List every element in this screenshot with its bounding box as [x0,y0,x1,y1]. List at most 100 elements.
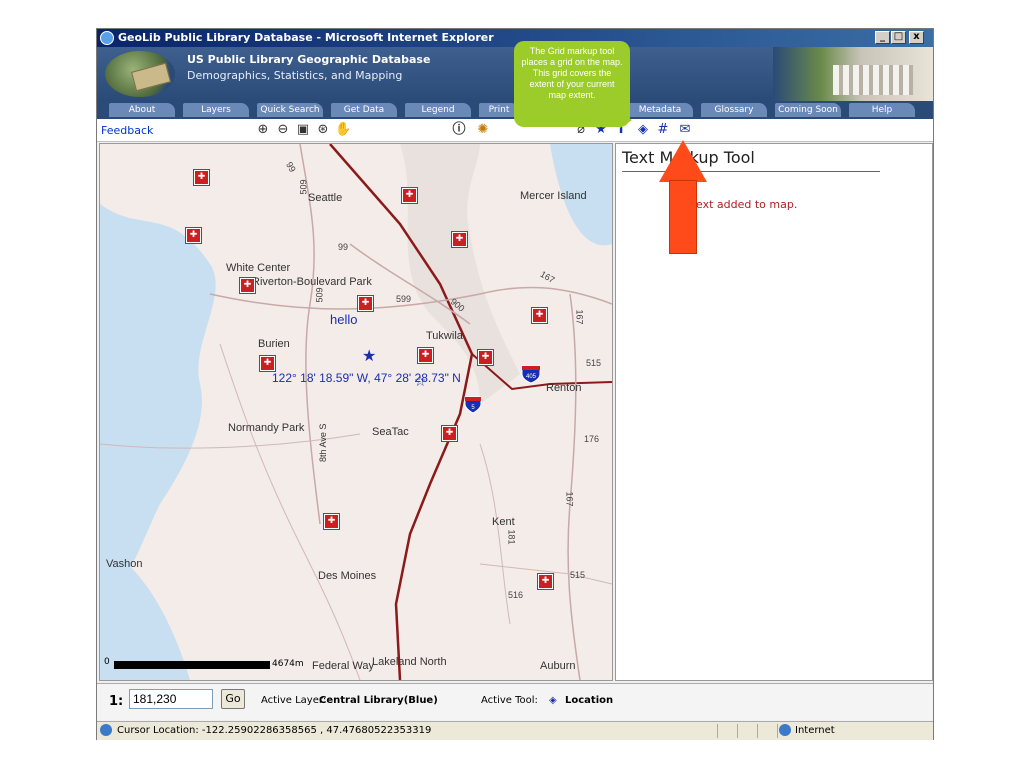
library-marker[interactable]: ✚ [477,349,494,366]
road-99b: 99 [338,242,349,252]
map-roads [100,144,612,680]
pointer-arrow-shaft [669,180,697,254]
full-extent-icon[interactable]: ▣ [295,122,311,138]
feedback-link[interactable]: Feedback [101,124,153,137]
road-599: 599 [396,294,412,304]
cursor-location-text: Cursor Location: -122.25902286358565 , 4… [117,725,432,736]
internet-zone-icon [779,724,791,736]
pointer-arrow-head [659,140,707,182]
zoom-out-icon[interactable]: ⊖ [275,122,291,138]
scale-bar-start: 0 [104,657,110,667]
grid-tool-callout: The Grid markup tool places a grid on th… [514,41,630,127]
library-marker[interactable]: ✚ [451,231,468,248]
road-167b: 167 [564,491,575,507]
place-lakeland-north: Lakeland North [372,656,447,668]
library-marker[interactable]: ✚ [193,169,210,186]
interstate-405-shield-icon: 405 [521,365,541,384]
place-mercer-island: Mercer Island [520,190,587,202]
place-des-moines: Des Moines [318,570,377,582]
maximize-button[interactable]: □ [891,31,906,44]
road-167c: 167 [574,309,585,325]
mail-icon[interactable]: ✉ [677,122,693,138]
zoom-active-icon[interactable]: ⊛ [315,122,331,138]
place-kent: Kent [492,516,515,528]
grid-icon[interactable]: # [655,122,671,138]
identify-icon[interactable]: ⓘ [451,122,467,138]
library-marker[interactable]: ✚ [417,347,434,364]
tab-get-data[interactable]: Get Data [331,103,397,117]
scale-bar-end: 4674m [272,659,304,669]
interstate-5-shield-icon: 5 [464,396,482,414]
library-marker[interactable]: ✚ [259,355,276,372]
place-renton: Renton [546,382,582,394]
place-auburn: Auburn [540,660,576,672]
markup-tool-panel: Text Markup Tool ext added to map. [615,143,933,681]
tab-about[interactable]: About [109,103,175,117]
pan-icon[interactable]: ✋ [335,122,351,138]
road-509b: 509 [314,287,325,303]
map-status-row: 1: Go Active Layer: Central Library(Blue… [97,683,933,720]
road-516: 516 [508,590,524,600]
place-white-center: White Center [226,262,291,274]
place-federal-way: Federal Way [312,660,374,672]
place-riverton: Riverton-Boulevard Park [252,276,372,288]
location-markup-text[interactable]: 122° 18' 18.59" W, 47° 28' 28.73" N [272,371,461,385]
map-view[interactable]: Seattle Mercer Island White Center River… [99,143,613,681]
tab-coming-soon[interactable]: Coming Soon [775,103,841,117]
tab-metadata[interactable]: Metadata [627,103,693,117]
street-8th-ave: 8th Ave S [318,423,328,462]
road-515: 515 [586,358,602,368]
go-button[interactable]: Go [221,689,245,709]
library-marker[interactable]: ✚ [531,307,548,324]
site-title: US Public Library Geographic Database [187,53,431,66]
active-tool-icon: ◈ [549,695,557,706]
tab-quick-search[interactable]: Quick Search [257,103,323,117]
active-layer-value: Central Library(Blue) [319,695,438,706]
tab-print[interactable]: Print [479,103,519,117]
minimize-button[interactable]: _ [875,31,890,44]
tab-layers[interactable]: Layers [183,103,249,117]
scale-input[interactable] [129,689,213,709]
text-markup-hello[interactable]: hello [330,312,357,327]
active-tool-label: Active Tool: [481,695,538,706]
place-burien: Burien [258,338,290,350]
library-marker[interactable]: ✚ [239,277,256,294]
place-vashon: Vashon [106,558,143,570]
active-layer-label: Active Layer: [261,695,327,706]
tab-help[interactable]: Help [849,103,915,117]
library-building-image [773,47,933,101]
library-marker[interactable]: ✚ [537,573,554,590]
scale-prefix: 1: [109,694,124,709]
road-181: 181 [506,529,517,545]
tab-glossary[interactable]: Glossary [701,103,767,117]
road-515b: 515 [570,570,586,580]
library-marker[interactable]: ✚ [323,513,340,530]
ie-logo-icon [100,31,114,45]
site-subtitle: Demographics, Statistics, and Mapping [187,69,403,82]
internet-zone-text: Internet [795,725,835,736]
scale-bar [114,661,270,669]
window-title: GeoLib Public Library Database - Microso… [118,31,494,44]
library-marker[interactable]: ✚ [357,295,374,312]
panel-message: ext added to map. [696,198,798,211]
library-marker[interactable]: ✚ [185,227,202,244]
place-tukwila: Tukwila [426,330,463,342]
place-seattle: Seattle [308,192,343,204]
measure-icon[interactable]: ✺ [475,122,491,138]
close-button[interactable]: x [909,31,924,44]
callout-tail [620,112,632,128]
road-176: 176 [584,434,600,444]
place-normandy-park: Normandy Park [228,422,305,434]
active-tool-value: Location [565,695,614,706]
zoom-in-icon[interactable]: ⊕ [255,122,271,138]
road-509: 509 [298,179,309,195]
browser-window: GeoLib Public Library Database - Microso… [96,28,934,740]
library-marker[interactable]: ✚ [401,187,418,204]
page-icon [100,724,112,736]
library-marker[interactable]: ✚ [441,425,458,442]
browser-status-bar: Cursor Location: -122.25902286358565 , 4… [97,721,933,740]
location-icon[interactable]: ◈ [635,122,651,138]
place-seatac: SeaTac [372,426,409,438]
star-markup-icon[interactable]: ★ [362,348,376,364]
tab-legend[interactable]: Legend [405,103,471,117]
